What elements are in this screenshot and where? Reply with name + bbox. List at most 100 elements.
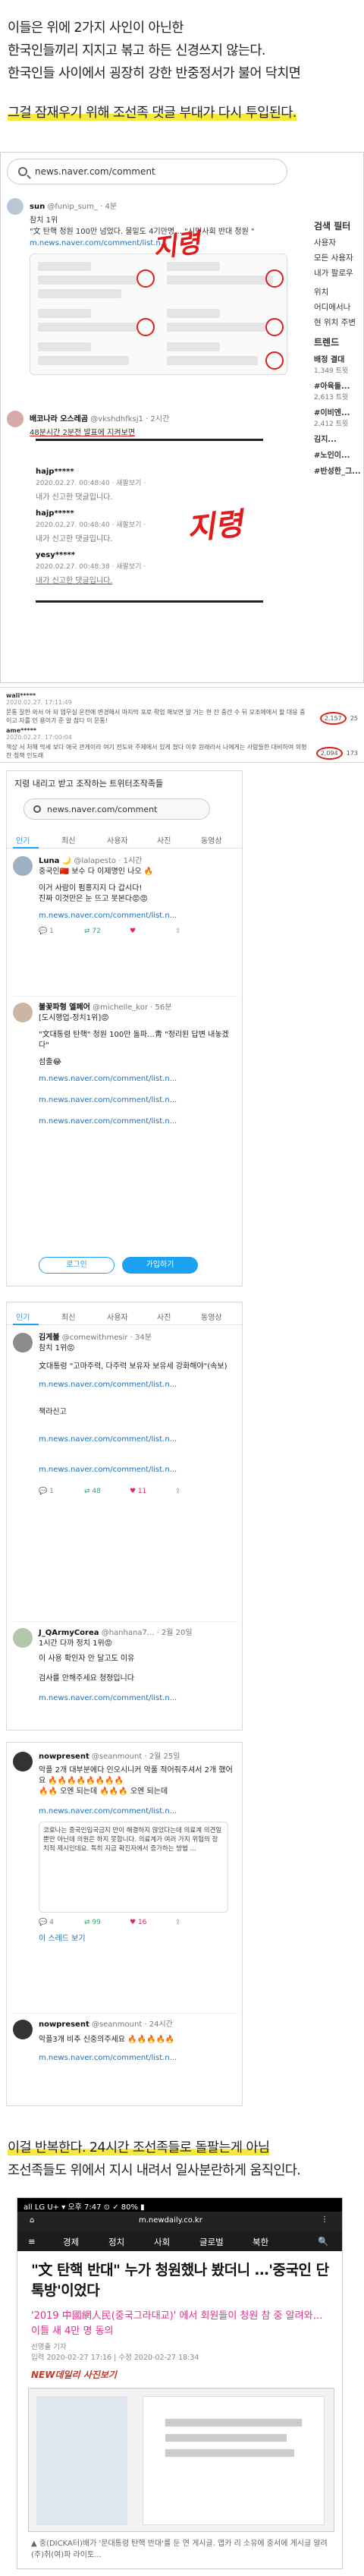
tweet-author[interactable]: nowpresent xyxy=(39,2020,89,2029)
share-icon[interactable]: ⇪ xyxy=(175,926,181,937)
dislike-count[interactable]: 173 xyxy=(347,750,358,757)
tweet-author[interactable]: 배코나라 오스레곰 xyxy=(30,415,88,424)
tab-popular[interactable]: 인기 xyxy=(16,1311,30,1322)
comment-author: hajp***** xyxy=(36,468,74,476)
retweet-icon[interactable]: ⇄ 48 xyxy=(84,1486,101,1497)
tab-videos[interactable]: 동영상 xyxy=(201,1311,222,1322)
nav-item[interactable]: 사회 xyxy=(154,2236,170,2248)
tab-users[interactable]: 사용자 xyxy=(107,1311,128,1322)
search-query: news.naver.com/comment xyxy=(47,805,158,814)
menu-icon[interactable]: ⋮ xyxy=(321,2215,328,2224)
share-icon[interactable]: ⇪ xyxy=(175,1486,181,1497)
avatar[interactable] xyxy=(7,411,24,427)
avatar[interactable] xyxy=(13,1752,33,1771)
tweet-link[interactable]: m.news.naver.com/comment/list.n... xyxy=(39,1095,237,1106)
nav-item[interactable]: 정치 xyxy=(108,2236,124,2248)
trend-name[interactable]: #노인이... xyxy=(314,449,363,460)
tab-users[interactable]: 사용자 xyxy=(107,834,128,846)
filter-item[interactable]: 내가 팔로우 xyxy=(314,267,363,279)
reply-icon[interactable]: 💬 1 xyxy=(39,926,54,937)
tab-latest[interactable]: 최신 xyxy=(61,834,75,846)
reply-icon[interactable]: 💬 4 xyxy=(39,1917,54,1928)
tab-photos[interactable]: 사진 xyxy=(157,834,171,846)
tweet[interactable]: 배코나라 오스레곰 @vkshdhfksj1 · 2시간 48분시간 2분전 발… xyxy=(7,411,297,439)
avatar[interactable] xyxy=(13,1333,33,1353)
article-brand[interactable]: NEW데일리 사진보기 xyxy=(31,2368,117,2381)
comment-date: 2020.02.27. 17:00:04 xyxy=(6,734,72,741)
tweet[interactable]: J_QArmyCorea @hanhana7... · 2월 20일 1시간 다… xyxy=(13,1621,237,1704)
avatar[interactable] xyxy=(13,2020,33,2039)
tweet-link[interactable]: m.news.naver.com/comment/list.n... xyxy=(39,1380,237,1390)
tweet[interactable]: nowpresent @seanmount · 2월 25일 악플 2개 대부분… xyxy=(13,1752,237,1945)
like-count[interactable]: 2,094 xyxy=(315,747,343,760)
location-item[interactable]: 어디에서나 xyxy=(314,301,363,313)
like-count[interactable]: 2,157 xyxy=(319,712,347,725)
tweet-link[interactable]: m.news.naver.com/comment/list.n... xyxy=(39,1074,237,1085)
tweet[interactable]: 김게불 @comewithmesir · 34분 참치 1위😡 文대통령 "고마… xyxy=(13,1333,237,1498)
retweet-icon[interactable]: ⇄ 72 xyxy=(84,926,101,937)
avatar[interactable] xyxy=(7,198,24,215)
tab-videos[interactable]: 동영상 xyxy=(201,834,222,846)
tweet-author[interactable]: Luna 🌙 xyxy=(39,857,71,865)
trend-name[interactable]: #반성한_그... xyxy=(314,464,363,476)
trend-name[interactable]: #이비엔... xyxy=(314,406,363,417)
tweet[interactable]: sun @funip_sum_ · 4분 참치 1위 "文 탄핵 청원 100만… xyxy=(7,198,297,375)
like-icon[interactable]: ♥ 16 xyxy=(130,1917,146,1928)
tweet[interactable]: Luna 🌙 @lalapesto · 1시간 중국인🇨🇳 보수 다 이제명인 … xyxy=(13,856,237,938)
avatar[interactable] xyxy=(13,1628,33,1648)
avatar[interactable] xyxy=(13,1003,33,1022)
news-comment-list: wali***** 2020.02.27. 17:11:49 문통 잘한 와서 … xyxy=(0,687,364,763)
search-query: news.naver.com/comment xyxy=(35,166,155,177)
search-icon[interactable]: 🔍 xyxy=(318,2236,328,2247)
tweet-author[interactable]: nowpresent xyxy=(39,1752,89,1761)
nav-item[interactable]: 경제 xyxy=(63,2236,79,2248)
signup-button[interactable]: 가입하기 xyxy=(122,1257,198,1274)
show-thread-link[interactable]: 이 스레드 보기 xyxy=(39,1934,237,1945)
login-button[interactable]: 로그인 xyxy=(39,1257,115,1274)
tweet-link[interactable]: m.news.naver.com/comment/list.n... xyxy=(39,2053,237,2064)
filter-item[interactable]: 모든 사용자 xyxy=(314,252,363,263)
tweet-author[interactable]: J_QArmyCorea xyxy=(39,1629,99,1637)
tweet[interactable]: 불꽃파형 엘페어 @michelle_kor · 56분 [도시행업-정치1위]… xyxy=(13,996,237,1127)
tweet-actions: 💬 1 ⇄ 72 ♥ ⇪ xyxy=(39,926,237,938)
tweet-link[interactable]: m.news.naver.com/comment/list.n... xyxy=(39,1806,237,1817)
tweet-author[interactable]: sun xyxy=(30,203,45,211)
quoted-tweet[interactable]: 코로나는 중국인입국금지 만이 해결하지 않았다는데 의료계 의견일 뿐만 아닌… xyxy=(39,1822,228,1913)
tweet-handle: @comewithmesir · 34분 xyxy=(61,1334,152,1342)
filter-item: 사용자 xyxy=(314,238,336,247)
location-item[interactable]: 현 위치 주변 xyxy=(314,316,363,328)
tab-latest[interactable]: 최신 xyxy=(61,1311,75,1322)
divider xyxy=(36,600,263,603)
tweet-link[interactable]: m.news.naver.com/comment/list.n... xyxy=(39,1465,237,1475)
article-author: 선명출 기자 xyxy=(31,2343,67,2351)
search-input[interactable]: news.naver.com/comment xyxy=(24,798,210,820)
search-input[interactable]: news.naver.com/comment xyxy=(7,159,287,184)
trend-name[interactable]: 배정 결대 xyxy=(314,353,363,364)
tweet-handle: @funip_sum_ · 4분 xyxy=(47,203,118,211)
search-tabs: 인기 최신 사용자 사진 동영상 xyxy=(7,829,242,849)
avatar[interactable] xyxy=(13,856,33,876)
tweet[interactable]: nowpresent @seanmount · 24시간 악플3개 비추 신중의… xyxy=(13,2013,237,2064)
tweet-author[interactable]: 불꽃파형 엘페어 xyxy=(39,1003,90,1012)
trend-name[interactable]: #아육돌... xyxy=(314,379,363,391)
tweet-link[interactable]: m.news.naver.com/comment/list.n... xyxy=(39,1434,237,1445)
tab-popular[interactable]: 인기 xyxy=(16,834,30,846)
nav-item[interactable]: 글로벌 xyxy=(199,2236,224,2248)
retweet-icon[interactable]: ⇄ 99 xyxy=(84,1917,101,1928)
address-bar[interactable]: ⌂ m.newdaily.co.kr ⋮ xyxy=(17,2212,342,2231)
tweet-link[interactable]: m.news.naver.com/comment/list.n... xyxy=(39,1693,237,1704)
tweet-author[interactable]: 김게불 xyxy=(39,1334,60,1342)
like-icon[interactable]: ♥ xyxy=(130,926,136,937)
reply-icon[interactable]: 💬 1 xyxy=(39,1486,54,1497)
home-icon[interactable]: ⌂ xyxy=(30,2216,34,2225)
like-icon[interactable]: ♥ 11 xyxy=(130,1486,146,1497)
hamburger-icon[interactable]: ≡ xyxy=(28,2236,36,2247)
article-image[interactable] xyxy=(28,2388,334,2532)
tweet-link[interactable]: m.news.naver.com/comment/list.n... xyxy=(39,1116,237,1127)
tweet-link[interactable]: m.news.naver.com/comment/list.n... xyxy=(39,911,237,921)
tab-photos[interactable]: 사진 xyxy=(157,1311,171,1322)
share-icon[interactable]: ⇪ xyxy=(175,1917,181,1928)
trend-name[interactable]: 김지... xyxy=(314,433,363,444)
nav-item[interactable]: 북한 xyxy=(253,2236,268,2248)
dislike-count[interactable]: 25 xyxy=(350,715,358,722)
